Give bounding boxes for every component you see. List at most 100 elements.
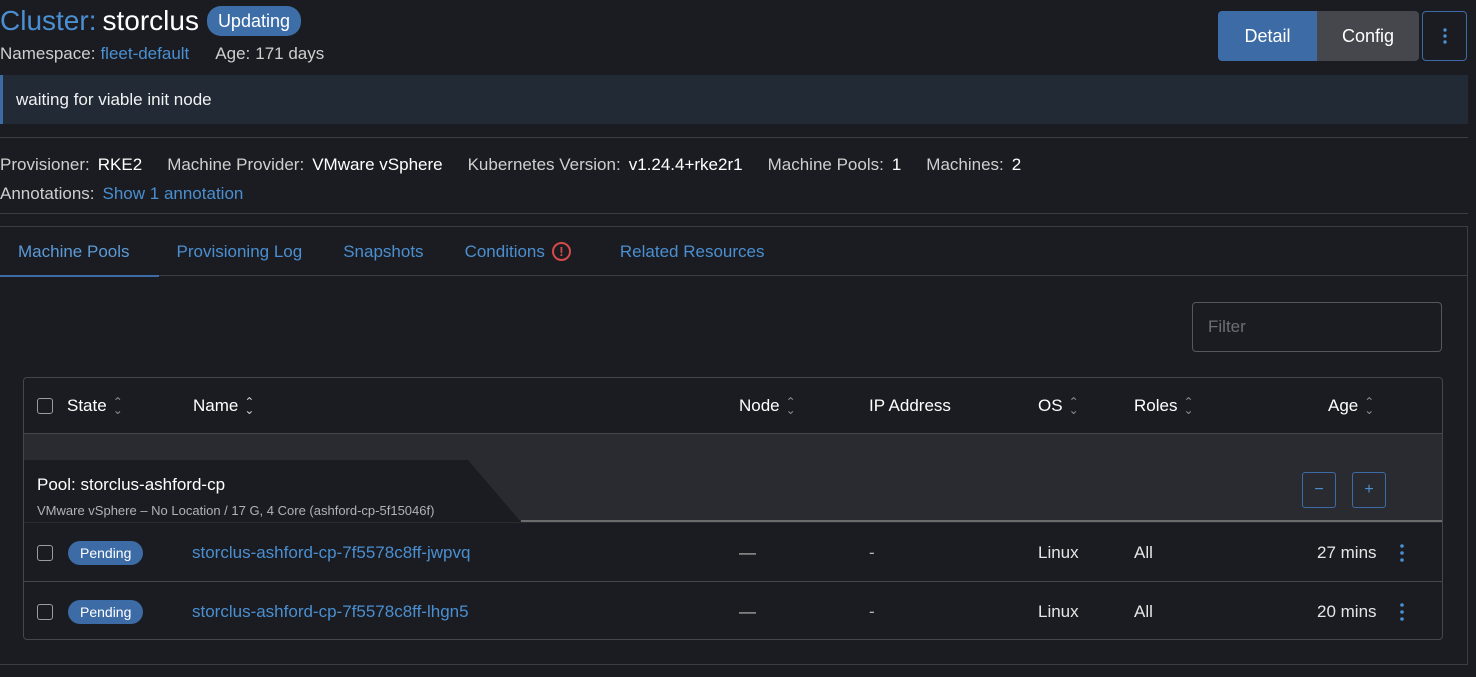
filter-input[interactable]	[1192, 302, 1442, 352]
cluster-detail-page: Cluster: storclus Updating Namespace: fl…	[0, 0, 1476, 677]
row-checkbox[interactable]	[37, 583, 53, 639]
tab-related-resources[interactable]: Related Resources	[594, 227, 788, 276]
tab-snapshots[interactable]: Snapshots	[325, 227, 446, 276]
column-label: IP Address	[869, 396, 951, 415]
show-annotations-link[interactable]: Show 1 annotation	[103, 184, 244, 204]
row-actions-button[interactable]	[1400, 524, 1404, 582]
age-cell: 20 mins	[1317, 602, 1377, 621]
machine-provider-value: VMware vSphere	[312, 154, 443, 174]
pool-group-line	[521, 520, 1442, 522]
view-toggle: Detail Config	[1218, 11, 1419, 61]
machine-provider-label: Machine Provider:	[167, 154, 305, 174]
cluster-details: Provisioner: RKE2 Machine Provider: VMwa…	[0, 150, 1046, 208]
machines-value: 2	[1011, 154, 1022, 174]
machine-pools-label: Machine Pools:	[767, 154, 884, 174]
state-cell: Pending	[68, 524, 144, 582]
column-header-os[interactable]: OS ⌃ ⌄	[1038, 378, 1079, 434]
tab-conditions[interactable]: Conditions !	[447, 227, 594, 276]
column-header-age[interactable]: Age ⌃ ⌄	[1328, 378, 1374, 434]
divider	[0, 213, 1468, 214]
annotations-label: Annotations:	[0, 183, 95, 203]
sort-icon: ⌃ ⌄	[1364, 395, 1375, 417]
actions-menu-button[interactable]	[1422, 11, 1467, 61]
namespace-link[interactable]: fleet-default	[100, 44, 189, 64]
sort-icon: ⌃ ⌄	[1068, 395, 1079, 417]
checkbox[interactable]	[37, 398, 53, 414]
node-cell: —	[739, 602, 756, 621]
sort-icon: ⌃ ⌄	[1183, 395, 1194, 417]
namespace-label: Namespace:	[0, 44, 96, 63]
column-label: Roles	[1134, 396, 1178, 415]
k8s-version-value: v1.24.4+rke2r1	[628, 154, 743, 174]
tab-bar: Machine Pools Provisioning Log Snapshots…	[0, 227, 1467, 277]
os-cell: Linux	[1038, 602, 1079, 621]
column-label: Name	[193, 396, 239, 415]
node-cell: —	[739, 543, 756, 562]
vertical-dots-icon	[1442, 28, 1447, 44]
table-row: Pending storclus-ashford-cp-7f5578c8ff-j…	[24, 524, 1442, 582]
tab-machine-pools[interactable]: Machine Pools	[0, 227, 159, 277]
provisioner-label: Provisioner:	[0, 154, 90, 174]
column-header-state[interactable]: State ⌃ ⌄	[67, 378, 123, 434]
machine-name-link[interactable]: storclus-ashford-cp-7f5578c8ff-jwpvq	[192, 524, 470, 582]
column-label: Node	[739, 396, 780, 415]
tab-panel: Machine Pools Provisioning Log Snapshots…	[0, 226, 1468, 665]
page-title: Cluster: storclus Updating	[0, 3, 301, 39]
age-label: Age:	[215, 44, 251, 63]
annotations-row: Annotations: Show 1 annotation	[0, 179, 1046, 208]
tab-label: Machine Pools	[18, 241, 130, 261]
config-button[interactable]: Config	[1317, 11, 1419, 61]
machine-pools-value: 1	[891, 154, 902, 174]
select-all-checkbox[interactable]	[37, 378, 53, 434]
state-badge: Pending	[68, 600, 144, 624]
ip-cell: -	[869, 602, 875, 621]
column-label: Age	[1328, 396, 1359, 415]
tab-label: Related Resources	[619, 241, 765, 261]
tab-label: Conditions	[464, 241, 545, 261]
machines-table: State ⌃ ⌄ Name ⌃ ⌄ Node ⌃ ⌄ IP Address OS ⌃…	[23, 377, 1443, 640]
checkbox[interactable]	[37, 545, 53, 561]
checkbox[interactable]	[37, 604, 53, 620]
header-actions: Detail Config	[1218, 11, 1467, 61]
column-label: State	[67, 396, 107, 415]
status-banner: waiting for viable init node	[0, 75, 1468, 124]
k8s-version-label: Kubernetes Version:	[467, 154, 621, 174]
machines-label: Machines:	[926, 154, 1004, 174]
sort-desc-icon: ⌃ ⌄	[244, 395, 255, 417]
cluster-name: storclus	[102, 5, 199, 36]
state-badge: Pending	[68, 541, 144, 565]
sort-icon: ⌃ ⌄	[112, 395, 123, 417]
banner-message: waiting for viable init node	[16, 89, 212, 109]
table-header: State ⌃ ⌄ Name ⌃ ⌄ Node ⌃ ⌄ IP Address OS ⌃…	[24, 378, 1442, 434]
row-actions-button[interactable]	[1400, 583, 1404, 639]
pool-title: Pool: storclus-ashford-cp	[37, 475, 226, 494]
state-cell: Pending	[68, 583, 144, 639]
tab-provisioning-log[interactable]: Provisioning Log	[159, 227, 326, 276]
scale-down-button[interactable]: −	[1302, 472, 1336, 508]
column-header-roles[interactable]: Roles ⌃ ⌄	[1134, 378, 1194, 434]
details-row: Provisioner: RKE2 Machine Provider: VMwa…	[0, 150, 1046, 179]
sort-icon: ⌃ ⌄	[785, 395, 796, 417]
machine-name-link[interactable]: storclus-ashford-cp-7f5578c8ff-lhgn5	[192, 583, 469, 639]
scale-up-button[interactable]: +	[1352, 472, 1386, 508]
status-badge: Updating	[206, 6, 301, 36]
table-row: Pending storclus-ashford-cp-7f5578c8ff-l…	[24, 583, 1442, 639]
column-header-node[interactable]: Node ⌃ ⌄	[739, 378, 796, 434]
tab-label: Snapshots	[343, 241, 424, 261]
roles-cell: All	[1134, 543, 1153, 562]
vertical-dots-icon	[1400, 603, 1404, 621]
cluster-meta: Namespace: fleet-default Age: 171 days	[0, 44, 324, 64]
age-value: 171 days	[255, 44, 325, 63]
vertical-dots-icon	[1400, 544, 1404, 562]
column-header-ip: IP Address	[869, 378, 951, 434]
age-cell: 27 mins	[1317, 543, 1377, 562]
divider	[0, 137, 1468, 138]
column-label: OS	[1038, 396, 1063, 415]
roles-cell: All	[1134, 602, 1153, 621]
title-prefix: Cluster:	[0, 5, 97, 36]
column-header-name[interactable]: Name ⌃ ⌄	[193, 378, 254, 434]
row-checkbox[interactable]	[37, 524, 53, 582]
detail-button[interactable]: Detail	[1218, 11, 1317, 61]
os-cell: Linux	[1038, 543, 1079, 562]
tab-label: Provisioning Log	[176, 241, 303, 261]
